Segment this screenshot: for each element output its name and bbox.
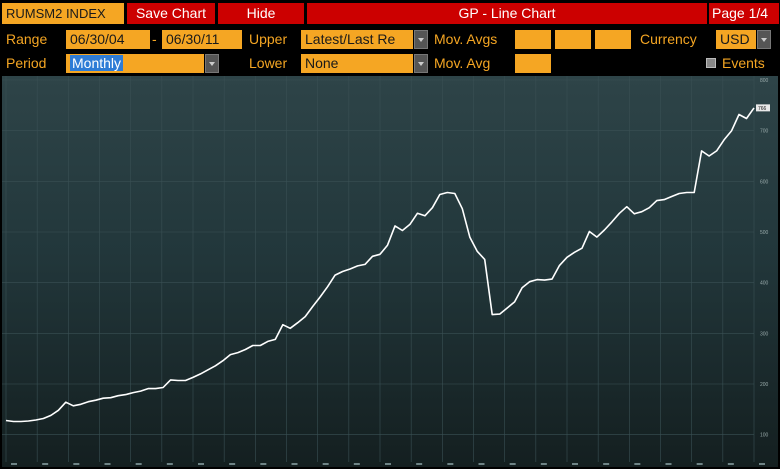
x-tick-mark [291, 463, 298, 465]
period-value: Monthly [70, 55, 124, 71]
x-tick-mark [727, 463, 734, 465]
plot-background [2, 76, 778, 467]
line-chart: 100 200 300 400 500 600 700 800 766 [2, 76, 778, 467]
y-tick-label: 500 [760, 230, 769, 236]
x-tick-mark [322, 463, 329, 465]
last-value-label: 766 [758, 106, 767, 112]
x-tick-mark [447, 463, 454, 465]
lower-mov-avg-input[interactable] [515, 54, 551, 73]
x-tick-mark [385, 463, 391, 465]
upper-dropdown-icon[interactable] [414, 30, 428, 49]
y-tick-label: 300 [760, 331, 769, 337]
title-bar: RUMSM2 INDEX Save Chart Hide GP - Line C… [0, 0, 780, 26]
x-tick-mark [665, 463, 672, 465]
events-checkbox[interactable] [706, 58, 716, 68]
save-chart-button[interactable]: Save Chart [127, 3, 215, 24]
range-start-input[interactable]: 06/30/04 [66, 30, 150, 49]
chart-svg: 100 200 300 400 500 600 700 800 766 [2, 76, 778, 467]
mov-avg-1-input[interactable] [515, 30, 551, 49]
x-tick-mark [11, 463, 17, 465]
window-title: GP - Line Chart [307, 3, 707, 24]
x-tick-mark [603, 463, 610, 465]
x-tick-mark [572, 463, 578, 465]
currency-label: Currency [640, 31, 697, 47]
page-indicator[interactable]: Page 1/4 [709, 3, 779, 24]
x-tick-mark [198, 463, 204, 465]
x-tick-mark [229, 463, 236, 465]
mov-avgs-label: Mov. Avgs [434, 31, 498, 47]
range-label: Range [6, 31, 48, 47]
period-label: Period [6, 55, 47, 71]
x-tick-mark [509, 463, 516, 465]
y-tick-label: 200 [760, 382, 769, 388]
range-end-input[interactable]: 06/30/11 [162, 30, 242, 49]
x-tick-mark [166, 463, 173, 465]
mov-avg-2-input[interactable] [555, 30, 591, 49]
x-tick-mark [416, 463, 423, 465]
currency-select[interactable]: USD [716, 30, 756, 49]
events-label: Events [722, 55, 765, 71]
x-tick-mark [42, 463, 49, 465]
mov-avg-label: Mov. Avg [434, 55, 491, 71]
mov-avg-3-input[interactable] [595, 30, 631, 49]
x-tick-mark [260, 463, 267, 465]
x-tick-mark [353, 463, 360, 465]
y-tick-label: 600 [760, 179, 769, 185]
x-tick-mark [135, 463, 142, 465]
x-tick-mark [759, 463, 765, 465]
y-tick-label: 700 [760, 129, 769, 135]
period-select[interactable]: Monthly [66, 54, 204, 73]
y-tick-label: 800 [760, 78, 769, 84]
y-tick-label: 400 [760, 281, 769, 287]
x-tick-mark [73, 463, 80, 465]
lower-dropdown-icon[interactable] [414, 54, 428, 73]
last-value-marker: 766 [756, 104, 770, 112]
hide-button[interactable]: Hide [218, 3, 304, 24]
lower-select[interactable]: None [301, 54, 413, 73]
lower-label: Lower [249, 55, 288, 71]
y-tick-label: 100 [760, 433, 769, 439]
x-tick-mark [634, 463, 641, 465]
ticker-field[interactable]: RUMSM2 INDEX [2, 3, 124, 24]
currency-dropdown-icon[interactable] [757, 30, 771, 49]
range-dash: - [152, 31, 157, 47]
upper-select[interactable]: Latest/Last Re [301, 30, 413, 49]
upper-label: Upper [249, 31, 288, 47]
x-tick-mark [696, 463, 703, 465]
period-dropdown-icon[interactable] [205, 54, 219, 73]
x-tick-mark [540, 463, 547, 465]
x-tick-mark [478, 463, 485, 465]
x-tick-mark [104, 463, 111, 465]
